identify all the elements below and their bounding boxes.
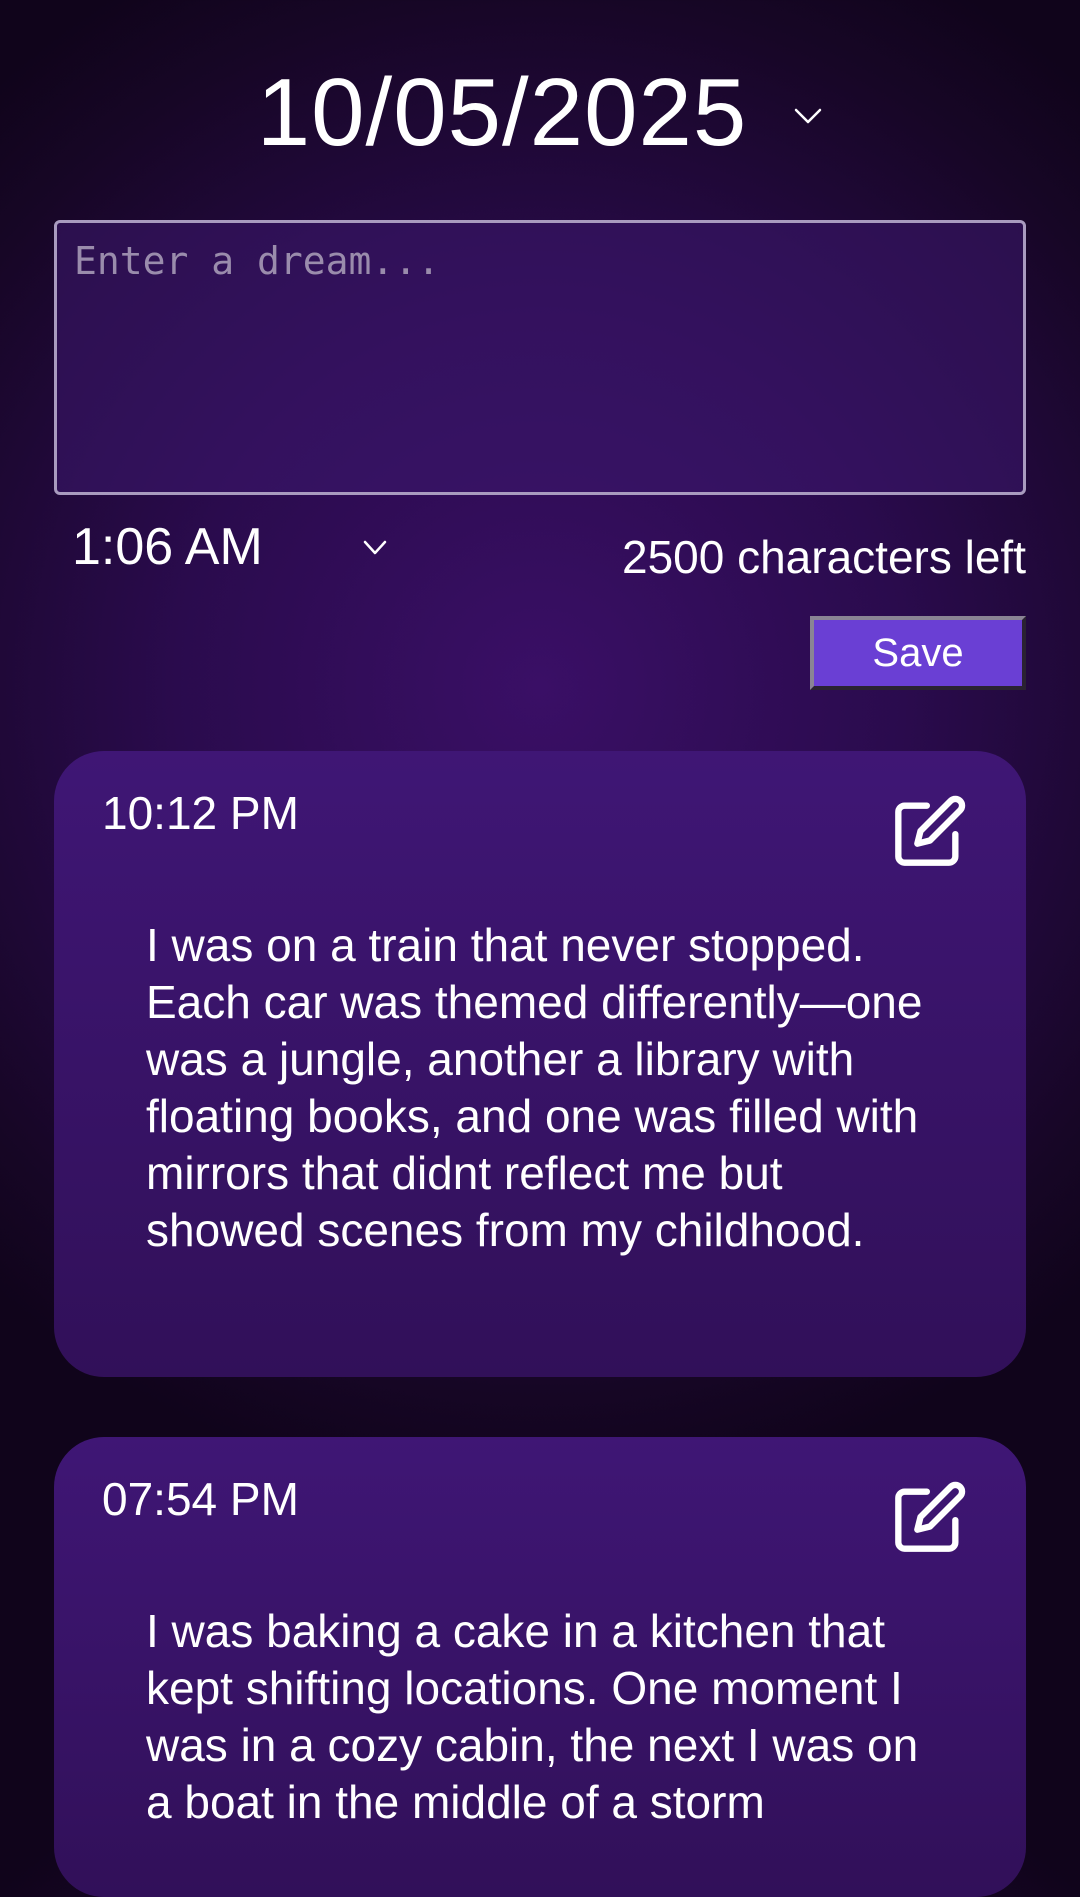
time-label: 1:06 AM	[72, 518, 263, 576]
characters-left-counter: 2500 characters left	[621, 531, 1026, 583]
dream-entry-card: 07:54 PM I was baking a cake in a kitche…	[54, 1437, 1026, 1897]
chevron-down-icon	[363, 540, 387, 555]
entry-time: 10:12 PM	[102, 787, 299, 839]
time-selector[interactable]: 1:06 AM	[72, 515, 392, 579]
save-button[interactable]: Save	[810, 616, 1026, 690]
entry-text: I was baking a cake in a kitchen that ke…	[146, 1605, 919, 1828]
chevron-down-icon	[794, 108, 822, 124]
entry-text: I was on a train that never stopped. Eac…	[146, 919, 923, 1256]
dream-input[interactable]	[54, 220, 1026, 495]
edit-icon[interactable]	[892, 793, 968, 869]
entry-time: 07:54 PM	[102, 1473, 299, 1525]
edit-icon[interactable]	[892, 1479, 968, 1555]
dream-entry-card: 10:12 PM I was on a train that never sto…	[54, 751, 1026, 1377]
date-selector[interactable]: 10/05/2025	[0, 58, 1080, 168]
date-label: 10/05/2025	[256, 59, 748, 166]
